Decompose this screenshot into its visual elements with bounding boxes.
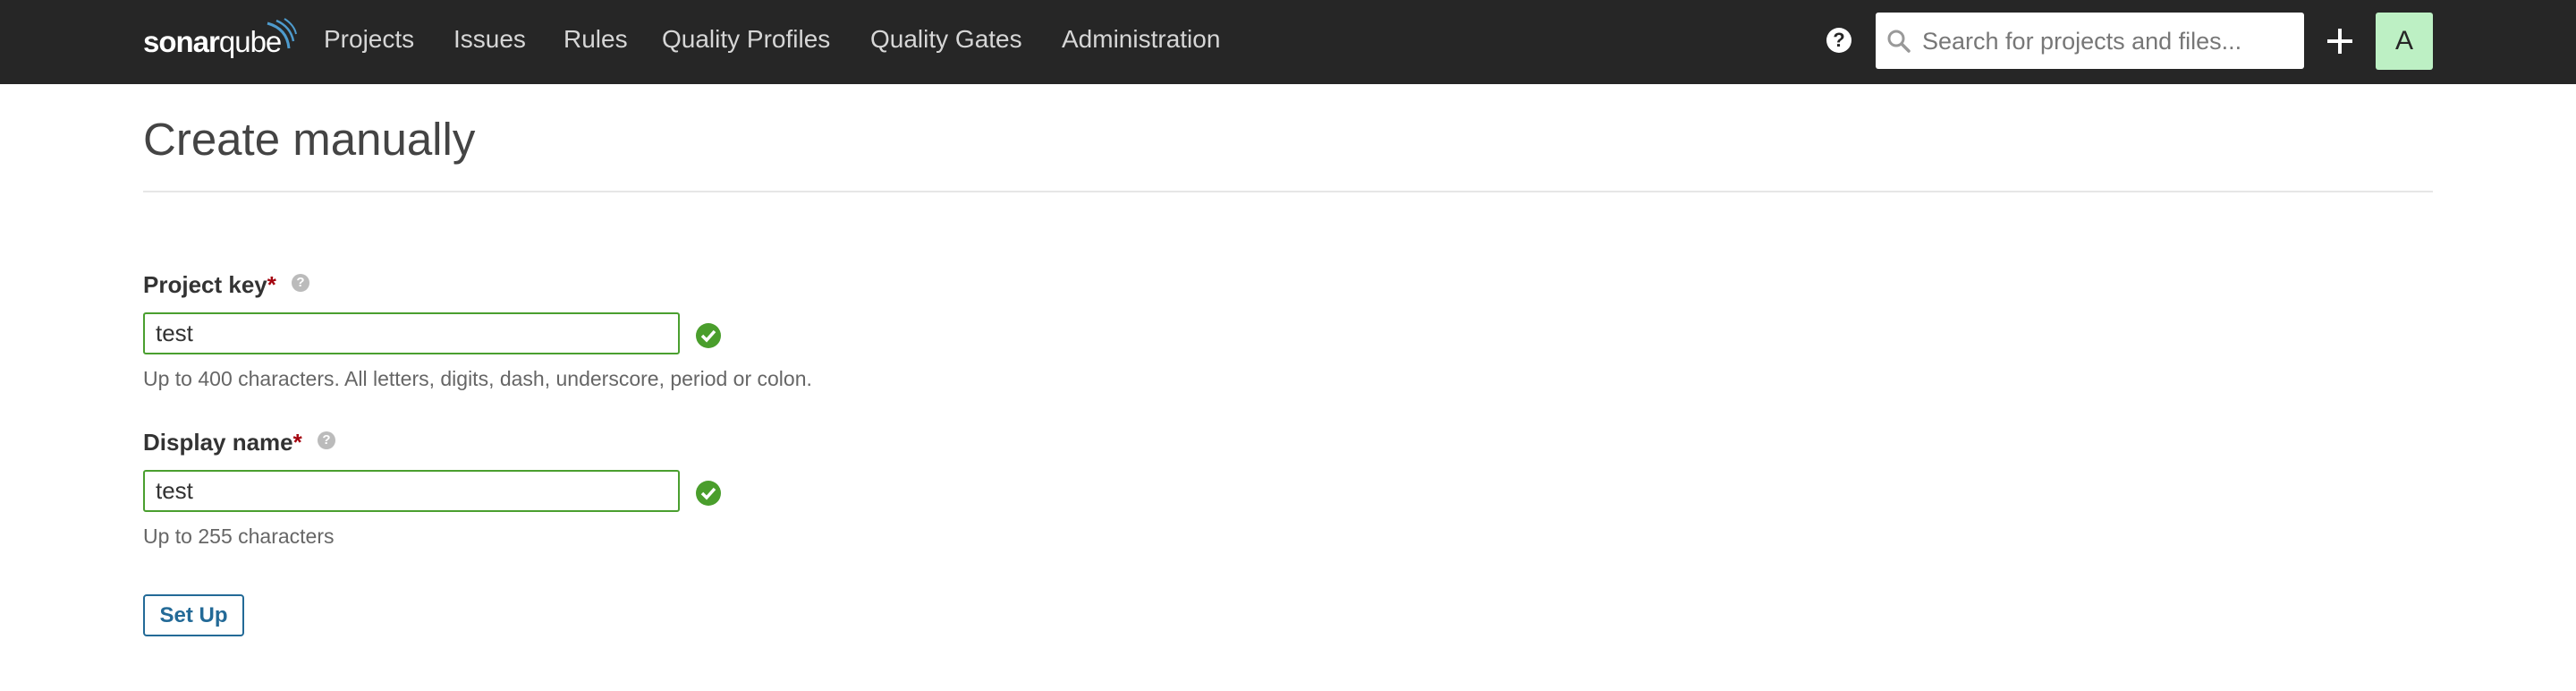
nav-quality-profiles[interactable]: Quality Profiles xyxy=(662,25,830,54)
required-mark: * xyxy=(292,429,302,456)
display-name-field[interactable] xyxy=(143,470,680,512)
avatar[interactable]: A xyxy=(2376,13,2433,70)
logo-text: sonarqube xyxy=(143,25,282,59)
help-icon[interactable]: ? xyxy=(1826,28,1852,53)
valid-check-icon xyxy=(696,481,721,506)
set-up-button[interactable]: Set Up xyxy=(143,594,244,636)
plus-icon[interactable] xyxy=(2326,27,2354,55)
display-name-label: Display name* xyxy=(143,429,302,456)
help-question-icon[interactable]: ? xyxy=(292,274,309,292)
nav-projects[interactable]: Projects xyxy=(324,25,414,54)
nav-issues[interactable]: Issues xyxy=(453,25,526,54)
nav-rules[interactable]: Rules xyxy=(564,25,628,54)
title-divider xyxy=(143,191,2433,192)
project-key-label-text: Project key xyxy=(143,271,267,298)
project-key-label: Project key* xyxy=(143,271,276,299)
project-key-input[interactable] xyxy=(145,314,678,353)
logo-waves-icon xyxy=(267,18,297,49)
valid-check-icon xyxy=(696,323,721,348)
page-title: Create manually xyxy=(143,114,476,165)
display-name-hint: Up to 255 characters xyxy=(143,525,335,548)
display-name-label-text: Display name xyxy=(143,429,293,456)
top-navbar: sonarqube Projects Issues Rules Quality … xyxy=(0,0,2576,84)
project-key-hint: Up to 400 characters. All letters, digit… xyxy=(143,367,812,390)
search-icon xyxy=(1887,30,1911,53)
project-key-field[interactable] xyxy=(143,312,680,354)
nav-administration[interactable]: Administration xyxy=(1062,25,1220,54)
display-name-input[interactable] xyxy=(145,472,678,510)
search-input[interactable] xyxy=(1920,13,2291,71)
nav-quality-gates[interactable]: Quality Gates xyxy=(870,25,1022,54)
global-search[interactable] xyxy=(1876,13,2304,71)
logo-text-sonar: sonar xyxy=(143,25,220,58)
help-question-icon[interactable]: ? xyxy=(318,431,335,449)
required-mark: * xyxy=(267,271,276,298)
